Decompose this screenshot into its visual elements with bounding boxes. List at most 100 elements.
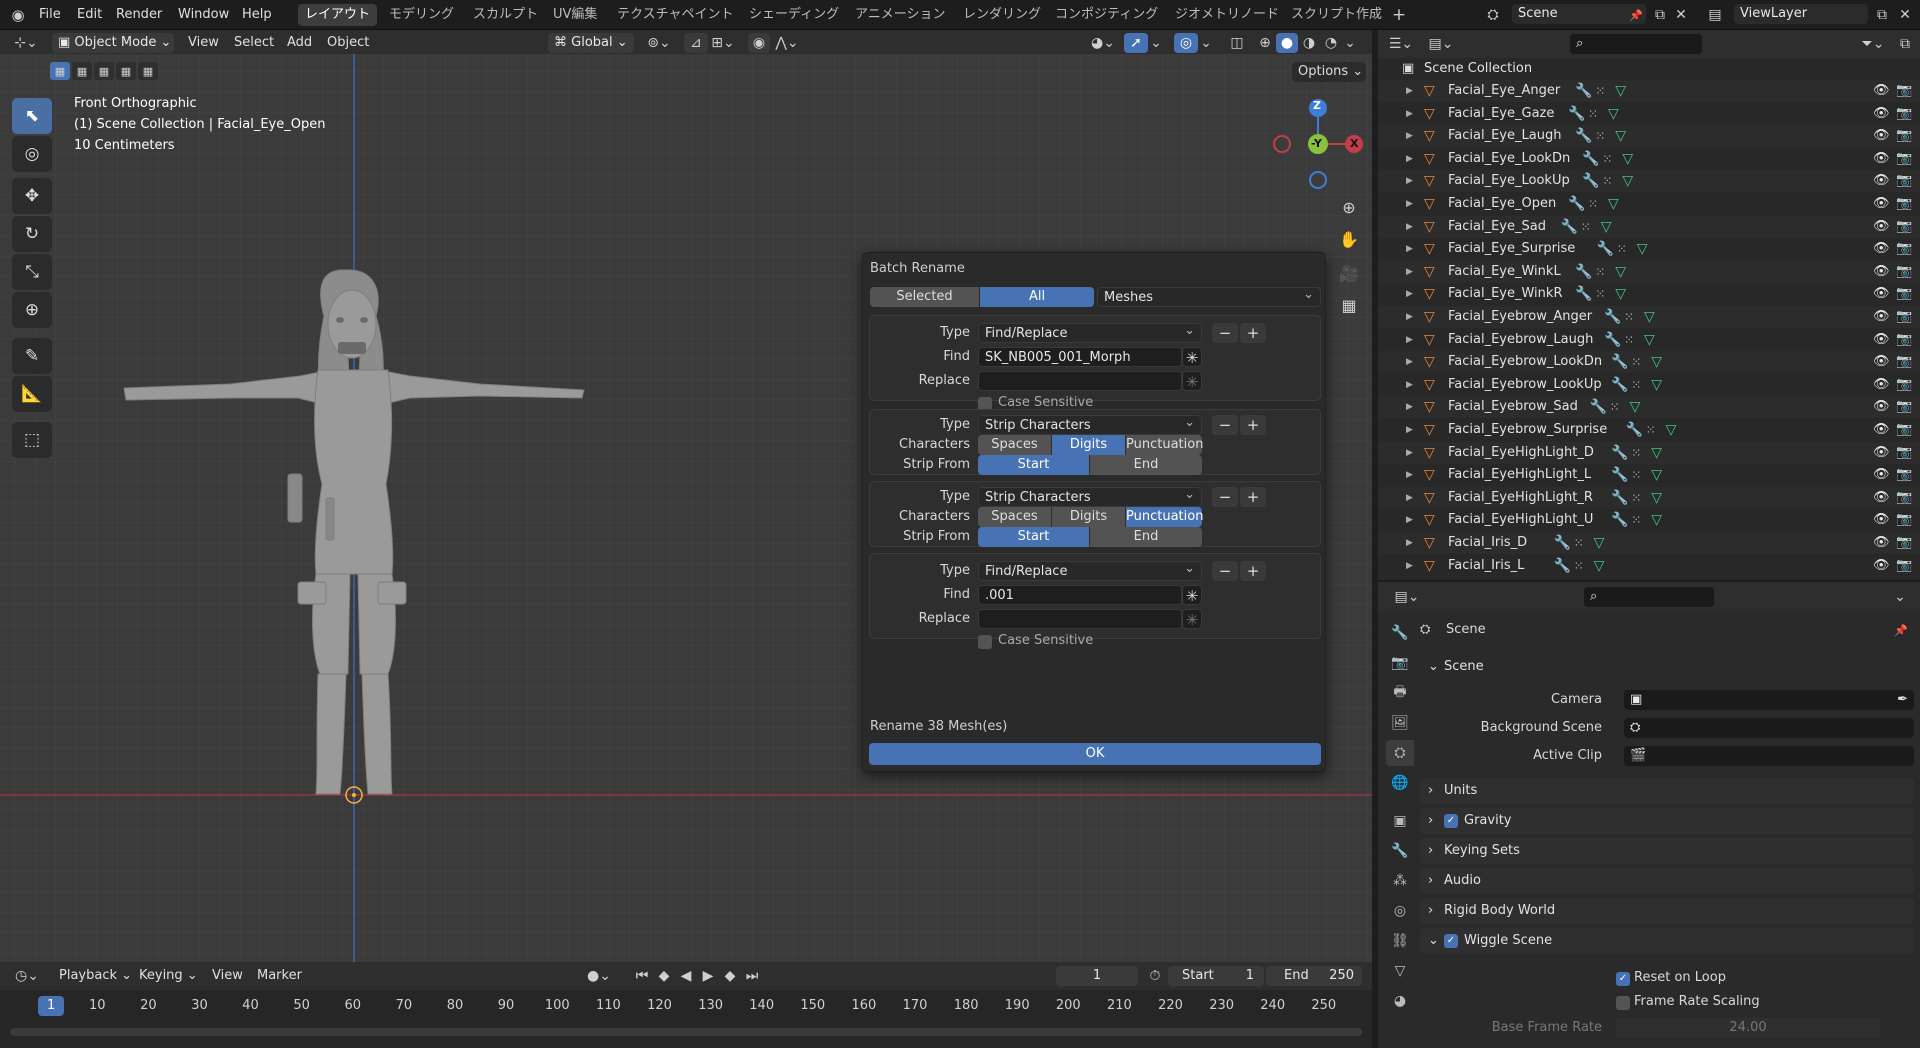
- select-intersect-icon[interactable]: ▦: [138, 62, 158, 80]
- keying-sets-section-header[interactable]: › Keying Sets: [1420, 838, 1914, 864]
- tab-constraints-icon[interactable]: ⛓: [1386, 928, 1414, 954]
- add-workspace-icon[interactable]: +: [1390, 5, 1408, 25]
- rigid-body-section-header[interactable]: › Rigid Body World: [1420, 898, 1914, 924]
- strip-start-toggle[interactable]: Start: [978, 527, 1089, 547]
- menu-marker[interactable]: Marker: [252, 965, 307, 987]
- mesh-data-icon[interactable]: ▽: [1608, 103, 1619, 125]
- zoom-icon[interactable]: ⊕: [1336, 194, 1362, 220]
- tab-rendering[interactable]: レンダリング: [956, 4, 1048, 26]
- regex-icon[interactable]: ✳: [1182, 347, 1202, 367]
- tab-animation[interactable]: アニメーション: [848, 4, 952, 26]
- select-new-icon[interactable]: ▦: [50, 62, 70, 80]
- strip-end-toggle[interactable]: End: [1090, 455, 1202, 475]
- render-camera-icon[interactable]: 📷: [1896, 396, 1912, 418]
- tab-render-icon[interactable]: 📷: [1386, 650, 1414, 676]
- render-camera-icon[interactable]: 📷: [1896, 170, 1912, 192]
- gravity-checkbox[interactable]: ✓: [1444, 814, 1458, 828]
- eye-icon[interactable]: 👁: [1873, 464, 1890, 486]
- outliner-item[interactable]: ▶ ▽ Facial_Iris_L 🔧 ⁙ ▽ 👁 📷: [1378, 555, 1920, 577]
- editor-type-icon[interactable]: ⊹⌄: [8, 33, 44, 53]
- tab-compositing[interactable]: コンポジティング: [1048, 4, 1165, 26]
- scope-selected-button[interactable]: Selected: [870, 287, 979, 307]
- menu-keying[interactable]: Keying ⌄: [134, 965, 203, 987]
- menu-file[interactable]: File: [34, 4, 66, 26]
- render-camera-icon[interactable]: 📷: [1896, 193, 1912, 215]
- tool-add-cube[interactable]: ⬚: [12, 422, 52, 458]
- eye-icon[interactable]: 👁: [1873, 532, 1890, 554]
- modifier-wrench-icon[interactable]: 🔧: [1611, 487, 1628, 509]
- delete-view-layer-icon[interactable]: ✕: [1896, 6, 1914, 24]
- tool-rotate[interactable]: ↻: [12, 216, 52, 252]
- tab-world-icon[interactable]: 🌐: [1386, 770, 1414, 796]
- remove-op-button[interactable]: −: [1212, 561, 1238, 581]
- next-keyframe-icon[interactable]: ◆: [720, 966, 740, 986]
- modifier-wrench-icon[interactable]: 🔧: [1575, 125, 1592, 147]
- mesh-data-icon[interactable]: ▽: [1594, 532, 1605, 554]
- mesh-data-icon[interactable]: ▽: [1644, 306, 1655, 328]
- expand-arrow-icon[interactable]: ▶: [1406, 216, 1413, 238]
- type-dropdown[interactable]: Strip Characters: [978, 485, 1202, 507]
- expand-arrow-icon[interactable]: ▶: [1406, 555, 1413, 577]
- regex-icon[interactable]: ✳: [1182, 609, 1202, 629]
- vertex-groups-icon[interactable]: ⁙: [1624, 306, 1634, 328]
- modifier-wrench-icon[interactable]: 🔧: [1611, 509, 1628, 531]
- scene-collection-row[interactable]: ▣ Scene Collection: [1378, 58, 1920, 80]
- type-dropdown[interactable]: Strip Characters: [978, 413, 1202, 435]
- eyedropper-icon[interactable]: ✒: [1897, 690, 1908, 710]
- tab-output-icon[interactable]: 🖶: [1386, 680, 1414, 706]
- vertex-groups-icon[interactable]: ⁙: [1610, 396, 1620, 418]
- strip-punctuation-toggle[interactable]: Punctuation: [1126, 435, 1203, 455]
- render-camera-icon[interactable]: 📷: [1896, 509, 1912, 531]
- add-op-button[interactable]: +: [1240, 487, 1266, 507]
- vertex-groups-icon[interactable]: ⁙: [1588, 103, 1598, 125]
- vertex-groups-icon[interactable]: ⁙: [1631, 509, 1641, 531]
- modifier-wrench-icon[interactable]: 🔧: [1611, 464, 1628, 486]
- case-sensitive-checkbox[interactable]: [978, 635, 992, 649]
- active-clip-field[interactable]: 🎬: [1624, 746, 1914, 766]
- eye-icon[interactable]: 👁: [1873, 396, 1890, 418]
- tab-particles-icon[interactable]: ⁂: [1386, 868, 1414, 894]
- play-reverse-icon[interactable]: ◀: [676, 966, 696, 986]
- expand-arrow-icon[interactable]: ▶: [1406, 351, 1413, 373]
- select-subtract-icon[interactable]: ▦: [94, 62, 114, 80]
- outliner-item[interactable]: ▶ ▽ Facial_Eyebrow_LookDn 🔧 ⁙ ▽ 👁 📷: [1378, 351, 1920, 374]
- modifier-wrench-icon[interactable]: 🔧: [1597, 238, 1614, 260]
- render-camera-icon[interactable]: 📷: [1896, 306, 1912, 328]
- render-camera-icon[interactable]: 📷: [1896, 532, 1912, 554]
- eye-icon[interactable]: 👁: [1873, 216, 1890, 238]
- expand-arrow-icon[interactable]: ▶: [1406, 464, 1413, 486]
- wireframe-shading-icon[interactable]: ⊕: [1254, 33, 1276, 53]
- expand-arrow-icon[interactable]: ▶: [1406, 509, 1413, 531]
- menu-playback[interactable]: Playback ⌄: [54, 965, 137, 987]
- vertex-groups-icon[interactable]: ⁙: [1588, 193, 1598, 215]
- tool-annotate[interactable]: ✎: [12, 338, 52, 374]
- tab-data-icon[interactable]: ▽: [1386, 958, 1414, 984]
- tool-cursor[interactable]: ◎: [12, 136, 52, 172]
- tool-select-box[interactable]: ⬉: [12, 98, 52, 134]
- eye-icon[interactable]: 👁: [1873, 374, 1890, 396]
- render-camera-icon[interactable]: 📷: [1896, 261, 1912, 283]
- render-camera-icon[interactable]: 📷: [1896, 419, 1912, 441]
- new-scene-icon[interactable]: ⧉: [1650, 6, 1670, 24]
- modifier-wrench-icon[interactable]: 🔧: [1604, 306, 1621, 328]
- regex-icon[interactable]: ✳: [1182, 585, 1202, 605]
- mesh-data-icon[interactable]: ▽: [1637, 238, 1648, 260]
- mesh-data-icon[interactable]: ▽: [1622, 148, 1633, 170]
- find-input[interactable]: SK_NB005_001_Morph: [978, 347, 1182, 367]
- wiggle-scene-checkbox[interactable]: ✓: [1444, 934, 1458, 948]
- modifier-wrench-icon[interactable]: 🔧: [1582, 170, 1599, 192]
- outliner-item[interactable]: ▶ ▽ Facial_EyeHighLight_R 🔧 ⁙ ▽ 👁 📷: [1378, 486, 1920, 509]
- menu-render[interactable]: Render: [111, 4, 167, 26]
- outliner-item[interactable]: ▶ ▽ Facial_Iris_D 🔧 ⁙ ▽ 👁 📷: [1378, 532, 1920, 554]
- vertex-groups-icon[interactable]: ⁙: [1574, 532, 1584, 554]
- expand-arrow-icon[interactable]: ▶: [1406, 148, 1413, 170]
- outliner-item[interactable]: ▶ ▽ Facial_Eyebrow_Anger 🔧 ⁙ ▽ 👁 📷: [1378, 306, 1920, 328]
- strip-punctuation-toggle[interactable]: Punctuation: [1126, 507, 1203, 527]
- eye-icon[interactable]: 👁: [1873, 170, 1890, 192]
- tool-measure[interactable]: 📐: [12, 376, 52, 412]
- render-camera-icon[interactable]: 📷: [1896, 374, 1912, 396]
- render-camera-icon[interactable]: 📷: [1896, 555, 1912, 577]
- pan-hand-icon[interactable]: ✋: [1336, 226, 1362, 252]
- vertex-groups-icon[interactable]: ⁙: [1595, 283, 1605, 305]
- eye-icon[interactable]: 👁: [1873, 103, 1890, 125]
